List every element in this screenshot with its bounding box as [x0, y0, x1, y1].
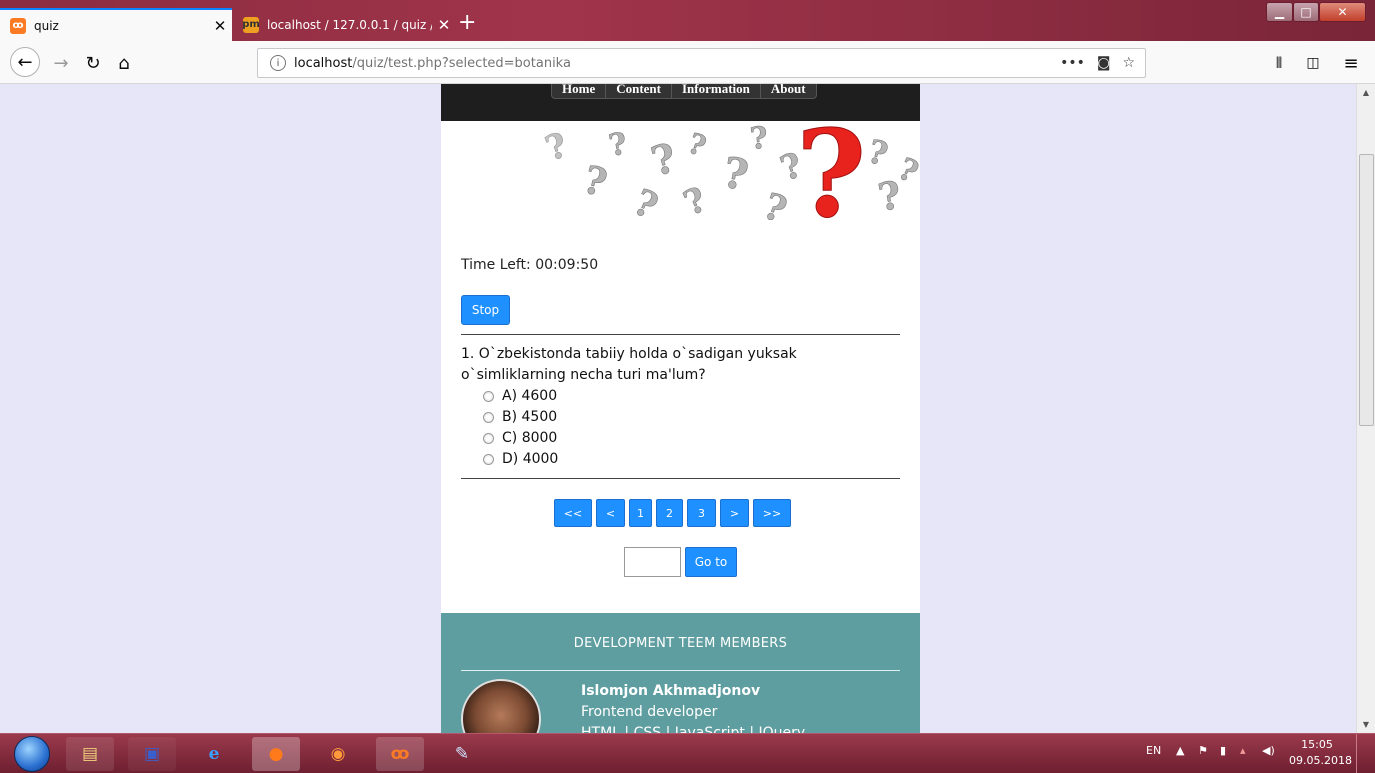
page-actions-icon[interactable]: •••: [1060, 55, 1085, 71]
back-button[interactable]: ←: [10, 47, 40, 77]
site-nav: Home Content Information About: [441, 84, 920, 121]
browser-navbar: ← → ↻ ⌂ i localhost/quiz/test.php?select…: [0, 41, 1375, 84]
first-page-button[interactable]: <<: [554, 499, 592, 527]
menu-content[interactable]: Content: [606, 84, 672, 99]
internet-explorer-icon[interactable]: e: [190, 737, 238, 771]
team-footer: DEVELOPMENT TEEM MEMBERS Islomjon Akhmad…: [441, 613, 920, 733]
clock[interactable]: 15:05 09.05.2018: [1289, 737, 1352, 769]
browser-titlebar: ꝏ quiz ✕ pm localhost / 127.0.0.1 / quiz…: [0, 0, 1375, 41]
tab-title: localhost / 127.0.0.1 / quiz / us: [267, 17, 432, 32]
radio-button[interactable]: [483, 454, 494, 465]
answer-options: A) 4600 B) 4500 C) 8000 D) 4000: [483, 386, 558, 470]
battery-icon[interactable]: ▮: [1220, 744, 1226, 757]
reload-button[interactable]: ↻: [82, 49, 104, 77]
close-icon[interactable]: ✕: [432, 16, 456, 34]
divider: [461, 670, 900, 671]
clock-date: 09.05.2018: [1289, 754, 1352, 767]
time-left: Time Left: 00:09:50: [461, 257, 599, 273]
site-menu: Home Content Information About: [551, 84, 817, 99]
show-desktop-button[interactable]: [1356, 734, 1375, 773]
new-tab-button[interactable]: +: [458, 12, 476, 34]
info-icon[interactable]: i: [270, 55, 286, 71]
page-viewport: Home Content Information About ? ? ?: [0, 84, 1356, 733]
next-page-button[interactable]: >: [720, 499, 749, 527]
divider: [461, 334, 900, 335]
quiz-page: Home Content Information About ? ? ?: [441, 84, 920, 733]
member-skills: HTML | CSS | JavaScript | JQuery: [581, 725, 806, 733]
goto-page-input[interactable]: [624, 547, 681, 577]
radio-button[interactable]: [483, 412, 494, 423]
library-icon[interactable]: ⫴: [1268, 49, 1290, 77]
option-b[interactable]: B) 4500: [483, 407, 558, 428]
scrollbar-thumb[interactable]: [1359, 154, 1374, 426]
paint-icon[interactable]: ✎: [438, 737, 486, 771]
option-c[interactable]: C) 8000: [483, 428, 558, 449]
member-role: Frontend developer: [581, 704, 718, 720]
xampp-icon: ꝏ: [10, 17, 26, 34]
firefox-icon[interactable]: ●: [252, 737, 300, 771]
url-bar[interactable]: i localhost/quiz/test.php?selected=botan…: [257, 48, 1146, 78]
question-text: 1. O`zbekistonda tabiiy holda o`sadigan …: [461, 346, 797, 383]
member-name: Islomjon Akhmadjonov: [581, 683, 761, 699]
radio-button[interactable]: [483, 433, 494, 444]
scroll-down-icon[interactable]: ▼: [1357, 720, 1375, 729]
page-1-button[interactable]: 1: [629, 499, 652, 527]
network-icon[interactable]: ▴: [1240, 744, 1246, 757]
page-3-button[interactable]: 3: [687, 499, 716, 527]
uc-browser-icon[interactable]: ◉: [314, 737, 362, 771]
divider: [461, 478, 900, 479]
prev-page-button[interactable]: <: [596, 499, 625, 527]
forward-button[interactable]: →: [50, 49, 72, 77]
option-label: B) 4500: [502, 409, 558, 425]
save-app-icon[interactable]: ▣: [128, 737, 176, 771]
tab-quiz[interactable]: ꝏ quiz ✕: [0, 8, 232, 41]
window-close-button[interactable]: ✕: [1319, 2, 1366, 22]
minimize-button[interactable]: ▁: [1266, 2, 1293, 22]
sidebar-icon[interactable]: ◫: [1302, 49, 1324, 77]
pocket-icon[interactable]: ◙: [1097, 55, 1111, 71]
start-button[interactable]: [14, 736, 50, 772]
menu-home[interactable]: Home: [552, 84, 607, 99]
volume-icon[interactable]: ◀): [1262, 744, 1275, 757]
home-button[interactable]: ⌂: [112, 49, 136, 77]
clock-time: 15:05: [1301, 738, 1333, 751]
maximize-button[interactable]: □: [1293, 2, 1319, 22]
url-host: localhost: [294, 55, 353, 71]
radio-button[interactable]: [483, 391, 494, 402]
last-page-button[interactable]: >>: [753, 499, 791, 527]
page-2-button[interactable]: 2: [656, 499, 683, 527]
tab-phpmyadmin[interactable]: pm localhost / 127.0.0.1 / quiz / us ✕: [233, 8, 456, 41]
avatar: [461, 679, 541, 733]
menu-icon[interactable]: ≡: [1340, 49, 1362, 77]
file-explorer-icon[interactable]: ▤: [66, 737, 114, 771]
close-icon[interactable]: ✕: [208, 17, 232, 35]
action-center-icon[interactable]: ⚑: [1198, 744, 1208, 757]
url-path: /quiz/test.php?selected=botanika: [352, 55, 571, 71]
page-scrollbar[interactable]: ▲ ▼: [1356, 84, 1375, 733]
windows-taskbar: ▤ ▣ e ● ◉ ꝏ ✎ EN ▲ ⚑ ▮ ▴ ◀) 15:05 09.05.…: [0, 733, 1375, 773]
tab-title: quiz: [34, 18, 59, 33]
option-a[interactable]: A) 4600: [483, 386, 558, 407]
phpmyadmin-icon: pm: [242, 16, 260, 33]
menu-information[interactable]: Information: [672, 84, 761, 99]
menu-about[interactable]: About: [761, 84, 816, 99]
stop-button[interactable]: Stop: [461, 295, 510, 325]
scroll-up-icon[interactable]: ▲: [1357, 88, 1375, 97]
team-heading: DEVELOPMENT TEEM MEMBERS: [573, 636, 788, 651]
option-label: C) 8000: [502, 430, 558, 446]
bookmark-star-icon[interactable]: ☆: [1122, 55, 1135, 71]
xampp-icon[interactable]: ꝏ: [376, 737, 424, 771]
goto-button[interactable]: Go to: [685, 547, 737, 577]
option-d[interactable]: D) 4000: [483, 449, 558, 470]
option-label: A) 4600: [502, 388, 558, 404]
option-label: D) 4000: [502, 451, 559, 467]
tray-expand-icon[interactable]: ▲: [1176, 744, 1184, 757]
question-marks-banner: ? ? ? ? ? ? ? ? ? ? ? ? ? ? ?: [441, 121, 920, 220]
pagination: << < 1 2 3 > >>: [554, 499, 791, 527]
language-indicator[interactable]: EN: [1146, 744, 1161, 757]
